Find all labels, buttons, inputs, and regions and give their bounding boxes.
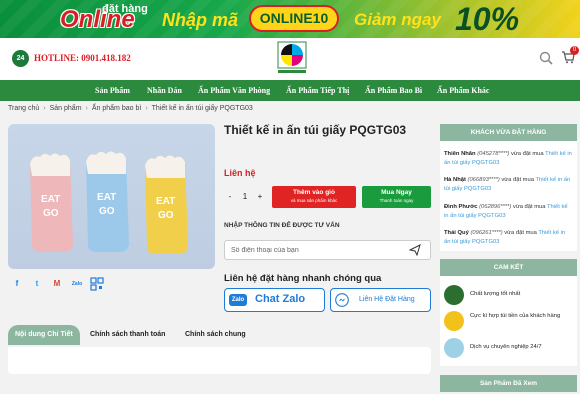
breadcrumb-current: Thiết kế in ấn túi giấy PQGTG03 xyxy=(151,105,253,112)
add-to-cart-button[interactable]: Thêm vào giỏ và mua sản phẩm khác xyxy=(272,186,356,208)
tab-noi-dung-chi-tiet[interactable]: Nội dung Chi Tiết xyxy=(8,325,80,345)
breadcrumb-home[interactable]: Trang chủ xyxy=(8,105,39,112)
breadcrumb-category[interactable]: Ấn phẩm bao bì xyxy=(92,105,141,112)
promo-nhap-ma-text: Nhập mã xyxy=(162,10,239,30)
messenger-icon xyxy=(335,293,349,307)
buyer-name: Thái Quý xyxy=(444,230,469,236)
nav-item-nhan-dan[interactable]: Nhãn Dán xyxy=(147,80,182,101)
chat-zalo-label: Chat Zalo xyxy=(255,293,306,305)
promo-giam-ngay-text: Giảm ngay xyxy=(354,10,441,29)
breadcrumb: Trang chủ › Sản phẩm › Ấn phẩm bao bì › Thiết … xyxy=(8,105,253,112)
site-logo[interactable] xyxy=(276,41,308,75)
pouch-label-blue: EAT xyxy=(97,192,116,203)
promo-dat-hang-text: đặt hàng xyxy=(102,3,148,15)
commit-item: Chất lượng tốt nhất xyxy=(444,285,574,305)
commit-text: Cực kì hợp túi tiền của khách hàng xyxy=(470,313,561,319)
svg-text:GO: GO xyxy=(43,208,59,219)
product-price: Liên hệ xyxy=(224,168,256,178)
add-to-cart-label: Thêm vào giỏ xyxy=(293,189,335,196)
qty-value[interactable]: 1 xyxy=(239,188,251,206)
promo-percent: 10% xyxy=(455,1,520,37)
add-to-cart-sublabel: và mua sản phẩm khác xyxy=(290,198,338,203)
product-title: Thiết kế in ấn túi giấy PQGTG03 xyxy=(224,123,407,137)
quantity-stepper: - 1 + xyxy=(224,188,266,206)
facebook-icon[interactable]: f xyxy=(10,277,24,291)
messenger-order-button[interactable]: Liên Hệ Đặt Hàng xyxy=(330,288,431,312)
product-photo-illustration: EAT GO EAT GO EAT GO xyxy=(30,151,188,254)
buyer-name: Thiên Nhân xyxy=(444,151,476,157)
phone-24h-icon: 24 xyxy=(12,50,29,67)
messenger-label: Liên Hệ Đặt Hàng xyxy=(359,296,415,303)
buyer-item: Thiên Nhân (045278****) vừa đặt mua Thiế… xyxy=(444,150,573,167)
hotline-text[interactable]: HOTLINE: 0901.418.182 xyxy=(34,53,131,63)
nav-item-an-pham-khac[interactable]: Ấn Phẩm Khác xyxy=(437,80,489,101)
zalo-icon: Zalo xyxy=(229,294,247,306)
commit-text: Dịch vụ chuyên nghiệp 24/7 xyxy=(470,344,542,350)
cart-count-badge: 0 xyxy=(570,46,579,55)
commit-item: Cực kì hợp túi tiền của khách hàng xyxy=(444,311,574,331)
product-image[interactable]: EAT GO EAT GO EAT GO xyxy=(8,124,215,269)
send-icon[interactable] xyxy=(409,244,421,256)
nav-item-an-pham-van-phong[interactable]: Ấn Phẩm Văn Phòng xyxy=(198,80,270,101)
commit-text: Chất lượng tốt nhất xyxy=(470,291,521,297)
promo-code: ONLINE10 xyxy=(249,5,339,32)
nav-item-an-pham-bao-bi[interactable]: Ấn Phẩm Bao Bì xyxy=(365,80,422,101)
buyer-item: Hà Nhật (066893****) vừa đặt mua Thiết k… xyxy=(444,176,573,193)
buyer-item: Đình Phước (062896****) vừa đặt mua Thiế… xyxy=(444,203,573,220)
zalo-share-icon[interactable]: Zalo xyxy=(70,277,84,291)
pouch-label-yellow: EAT xyxy=(156,196,175,207)
tab-chinh-sach-thanh-toan[interactable]: Chính sách thanh toán xyxy=(83,325,172,345)
quality-icon xyxy=(444,285,464,305)
phone-input[interactable] xyxy=(231,244,401,257)
commit-panel: Chất lượng tốt nhất Cực kì hợp túi tiền … xyxy=(440,276,577,366)
main-nav: Sản Phẩm Nhãn Dán Ấn Phẩm Văn Phòng Ấn P… xyxy=(0,80,580,101)
buy-now-button[interactable]: Mua Ngay Thanh toán ngay xyxy=(362,186,431,208)
qr-code-icon[interactable] xyxy=(90,277,104,291)
pouch-label-pink: EAT xyxy=(41,194,60,205)
qty-plus-button[interactable]: + xyxy=(254,188,266,206)
breadcrumb-products[interactable]: Sản phẩm xyxy=(50,105,82,112)
tab-chinh-sach-chung[interactable]: Chính sách chung xyxy=(178,325,253,345)
twitter-icon[interactable]: t xyxy=(30,277,44,291)
buy-now-sublabel: Thanh toán ngay xyxy=(379,198,414,203)
commit-title: CAM KẾT xyxy=(440,259,577,276)
promo-banner[interactable]: Online đặt hàng Nhập mã ONLINE10 Giảm ng… xyxy=(0,0,580,38)
breadcrumb-separator: › xyxy=(85,105,88,112)
buyer-name: Đình Phước xyxy=(444,204,478,210)
buy-now-label: Mua Ngay xyxy=(381,189,412,196)
commit-item: Dịch vụ chuyên nghiệp 24/7 xyxy=(444,338,574,358)
nav-item-an-pham-tiep-thi[interactable]: Ấn Phẩm Tiếp Thị xyxy=(286,80,349,101)
buyer-item: Thái Quý (096261****) vừa đặt mua Thiết … xyxy=(444,229,573,246)
support-agent-icon xyxy=(444,338,464,358)
search-icon[interactable] xyxy=(539,51,553,65)
recent-buyers-panel: Thiên Nhân (045278****) vừa đặt mua Thiế… xyxy=(440,141,577,251)
breadcrumb-separator: › xyxy=(145,105,148,112)
tab-content-panel xyxy=(8,347,431,374)
chat-zalo-button[interactable]: Zalo Chat Zalo xyxy=(224,288,325,312)
qty-minus-button[interactable]: - xyxy=(224,188,236,206)
viewed-products-title: Sản Phẩm Đã Xem xyxy=(440,375,577,392)
buyer-action: vừa đặt mua xyxy=(509,151,546,157)
nav-item-san-pham[interactable]: Sản Phẩm xyxy=(95,80,130,101)
phone-field-wrap xyxy=(224,240,431,260)
breadcrumb-separator: › xyxy=(43,105,46,112)
site-header: 24 HOTLINE: 0901.418.182 0 xyxy=(0,38,580,80)
buyer-action: vừa đặt mua xyxy=(502,230,539,236)
svg-text:GO: GO xyxy=(99,206,115,217)
svg-text:GO: GO xyxy=(158,210,174,221)
buyer-phone: (066893****) xyxy=(467,177,500,183)
consult-label: NHẬP THÔNG TIN ĐỂ ĐƯỢC TƯ VẤN xyxy=(224,222,340,229)
buyer-phone: (045278****) xyxy=(477,151,510,157)
quick-order-title: Liên hệ đặt hàng nhanh chóng qua xyxy=(224,273,382,284)
money-icon xyxy=(444,311,464,331)
buyer-phone: (096261****) xyxy=(470,230,503,236)
buyer-name: Hà Nhật xyxy=(444,177,466,183)
detail-tabs: Nội dung Chi Tiết Chính sách thanh toán … xyxy=(8,325,431,347)
buyer-action: vừa đặt mua xyxy=(499,177,536,183)
gmail-icon[interactable]: M xyxy=(50,277,64,291)
buyer-action: vừa đặt mua xyxy=(511,204,547,210)
recent-buyers-title: KHÁCH VỪA ĐẶT HÀNG xyxy=(440,124,577,141)
buyer-phone: (062896****) xyxy=(479,204,512,210)
